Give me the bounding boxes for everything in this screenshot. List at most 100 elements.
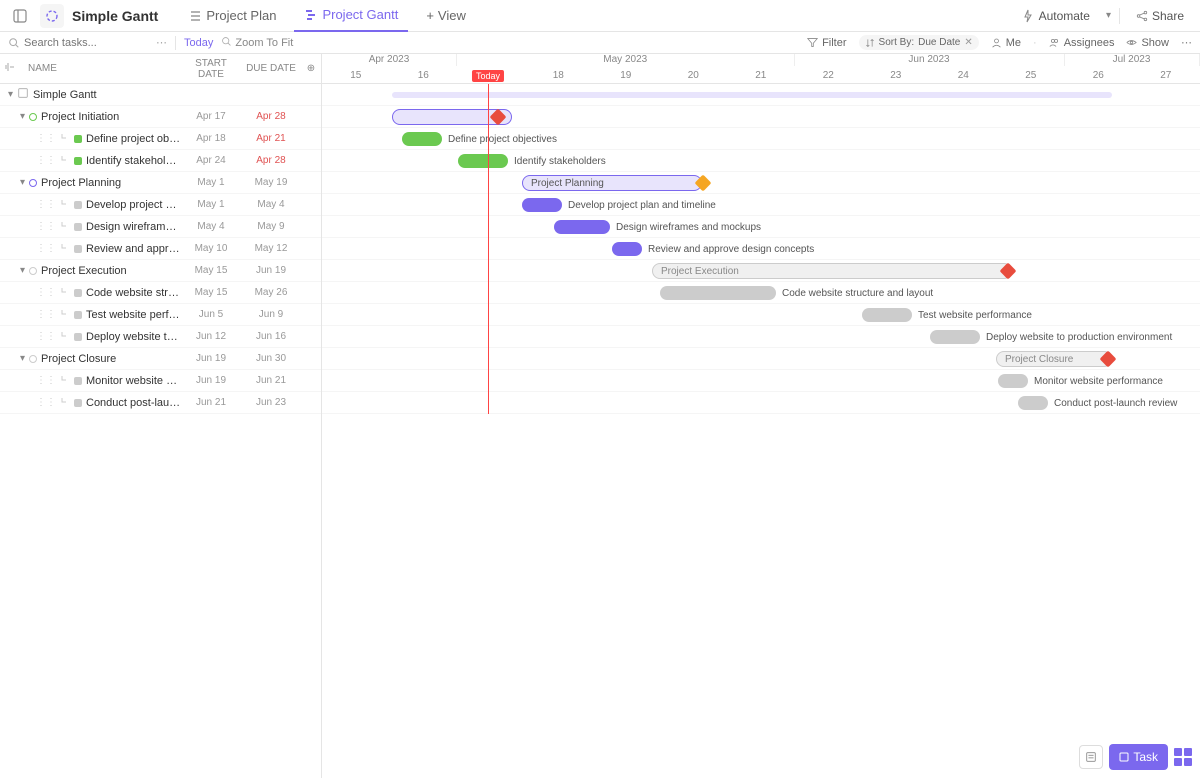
status-dot[interactable] <box>74 377 82 385</box>
drag-handle-icon[interactable]: ⋮⋮ <box>36 331 56 342</box>
start-date-cell[interactable]: Apr 17 <box>181 111 241 122</box>
show-button[interactable]: Show <box>1126 37 1169 49</box>
task-bar[interactable]: Define project objectives <box>402 132 442 146</box>
share-button[interactable]: Share <box>1128 5 1192 27</box>
status-dot[interactable] <box>74 201 82 209</box>
gantt-row[interactable]: Identify stakeholders <box>322 150 1200 172</box>
due-date-cell[interactable]: May 26 <box>241 287 301 298</box>
tab-project-gantt[interactable]: Project Gantt <box>294 0 408 32</box>
drag-handle-icon[interactable]: ⋮⋮ <box>36 199 56 210</box>
status-dot[interactable] <box>74 333 82 341</box>
collapse-caret[interactable]: ▾ <box>20 177 25 188</box>
group-row[interactable]: ▾Project ClosureJun 19Jun 30 <box>0 348 321 370</box>
start-date-cell[interactable]: Jun 21 <box>181 397 241 408</box>
column-name[interactable]: NAME <box>20 63 181 74</box>
due-date-cell[interactable]: May 9 <box>241 221 301 232</box>
due-date-cell[interactable]: Apr 21 <box>241 133 301 144</box>
due-date-cell[interactable]: Apr 28 <box>241 111 301 122</box>
task-bar[interactable]: Deploy website to production environment <box>930 330 980 344</box>
collapse-caret[interactable]: ▾ <box>20 111 25 122</box>
group-bar[interactable]: Project Planning <box>522 175 702 191</box>
due-date-cell[interactable]: Jun 21 <box>241 375 301 386</box>
start-date-cell[interactable]: Jun 12 <box>181 331 241 342</box>
filter-button[interactable]: Filter <box>807 37 846 49</box>
task-bar[interactable]: Code website structure and layout <box>660 286 776 300</box>
sidebar-toggle-button[interactable] <box>8 4 32 28</box>
due-date-cell[interactable]: May 12 <box>241 243 301 254</box>
project-title[interactable]: Simple Gantt <box>72 8 158 24</box>
start-date-cell[interactable]: Jun 19 <box>181 353 241 364</box>
task-row[interactable]: ⋮⋮Review and approve design conceptsMay … <box>0 238 321 260</box>
task-row[interactable]: ⋮⋮Develop project plan and timelineMay 1… <box>0 194 321 216</box>
apps-grid-button[interactable] <box>1174 748 1192 766</box>
start-date-cell[interactable]: Jun 19 <box>181 375 241 386</box>
due-date-cell[interactable]: Jun 30 <box>241 353 301 364</box>
chevron-down-icon[interactable]: ▾ <box>1106 10 1111 21</box>
start-date-cell[interactable]: Apr 24 <box>181 155 241 166</box>
task-row[interactable]: ⋮⋮Monitor website performanceJun 19Jun 2… <box>0 370 321 392</box>
start-date-cell[interactable]: Apr 18 <box>181 133 241 144</box>
gantt-row[interactable]: Define project objectives <box>322 128 1200 150</box>
drag-handle-icon[interactable]: ⋮⋮ <box>36 155 56 166</box>
gantt-row[interactable]: Project Execution <box>322 260 1200 282</box>
due-date-cell[interactable]: Jun 19 <box>241 265 301 276</box>
task-bar[interactable]: Identify stakeholders <box>458 154 508 168</box>
notes-button[interactable] <box>1079 745 1103 769</box>
collapse-caret[interactable]: ▾ <box>20 353 25 364</box>
task-bar[interactable]: Test website performance <box>862 308 912 322</box>
automate-button[interactable]: Automate <box>1013 5 1098 27</box>
gantt-row[interactable] <box>322 106 1200 128</box>
due-date-cell[interactable]: May 19 <box>241 177 301 188</box>
gantt-row[interactable]: Monitor website performance <box>322 370 1200 392</box>
status-dot[interactable] <box>74 399 82 407</box>
status-dot[interactable] <box>74 135 82 143</box>
add-column-button[interactable]: ⊕ <box>301 63 321 74</box>
start-date-cell[interactable]: Jun 5 <box>181 309 241 320</box>
due-date-cell[interactable]: May 4 <box>241 199 301 210</box>
me-button[interactable]: Me <box>991 37 1021 49</box>
start-date-cell[interactable]: May 15 <box>181 287 241 298</box>
start-date-cell[interactable]: May 1 <box>181 199 241 210</box>
gantt-row[interactable]: Develop project plan and timeline <box>322 194 1200 216</box>
more-icon[interactable]: ⋯ <box>156 36 167 49</box>
start-date-cell[interactable]: May 4 <box>181 221 241 232</box>
due-date-cell[interactable]: Jun 16 <box>241 331 301 342</box>
sort-clear-button[interactable]: ✕ <box>964 37 972 48</box>
drag-handle-icon[interactable]: ⋮⋮ <box>36 287 56 298</box>
start-date-cell[interactable]: May 10 <box>181 243 241 254</box>
gantt-row[interactable]: Deploy website to production environment <box>322 326 1200 348</box>
gantt-row[interactable]: Test website performance <box>322 304 1200 326</box>
start-date-cell[interactable]: May 15 <box>181 265 241 276</box>
group-row[interactable]: ▾Project ExecutionMay 15Jun 19 <box>0 260 321 282</box>
status-dot[interactable] <box>74 311 82 319</box>
project-row[interactable]: ▾Simple Gantt <box>0 84 321 106</box>
task-row[interactable]: ⋮⋮Conduct post-launch reviewJun 21Jun 23 <box>0 392 321 414</box>
today-button[interactable]: Today <box>184 37 213 49</box>
collapse-caret[interactable]: ▾ <box>8 89 13 100</box>
new-task-button[interactable]: Task <box>1109 744 1168 770</box>
column-due[interactable]: DUE DATE <box>241 63 301 74</box>
gantt-row[interactable]: Conduct post-launch review <box>322 392 1200 414</box>
gantt-row[interactable]: Code website structure and layout <box>322 282 1200 304</box>
project-range-bar[interactable] <box>392 92 1112 98</box>
drag-handle-icon[interactable]: ⋮⋮ <box>36 133 56 144</box>
task-bar[interactable]: Design wireframes and mockups <box>554 220 610 234</box>
status-dot[interactable] <box>74 223 82 231</box>
status-dot[interactable] <box>74 289 82 297</box>
due-date-cell[interactable]: Apr 28 <box>241 155 301 166</box>
status-dot[interactable] <box>74 157 82 165</box>
task-row[interactable]: ⋮⋮Code website structure and layoutMay 1… <box>0 282 321 304</box>
group-row[interactable]: ▾Project PlanningMay 1May 19 <box>0 172 321 194</box>
drag-handle-icon[interactable]: ⋮⋮ <box>36 221 56 232</box>
task-row[interactable]: ⋮⋮Define project objectivesApr 18Apr 21 <box>0 128 321 150</box>
column-start[interactable]: START DATE <box>181 58 241 80</box>
due-date-cell[interactable]: Jun 9 <box>241 309 301 320</box>
gantt-panel[interactable]: Apr 2023May 2023Jun 2023Jul 2023 1516171… <box>322 54 1200 778</box>
group-bar[interactable]: Project Closure <box>996 351 1112 367</box>
sort-pill[interactable]: Sort By: Due Date ✕ <box>859 35 979 50</box>
tab-project-plan[interactable]: Project Plan <box>178 0 286 32</box>
assignees-button[interactable]: Assignees <box>1049 37 1115 49</box>
task-bar[interactable]: Monitor website performance <box>998 374 1028 388</box>
group-bar[interactable]: Project Execution <box>652 263 1012 279</box>
collapse-caret[interactable]: ▾ <box>20 265 25 276</box>
